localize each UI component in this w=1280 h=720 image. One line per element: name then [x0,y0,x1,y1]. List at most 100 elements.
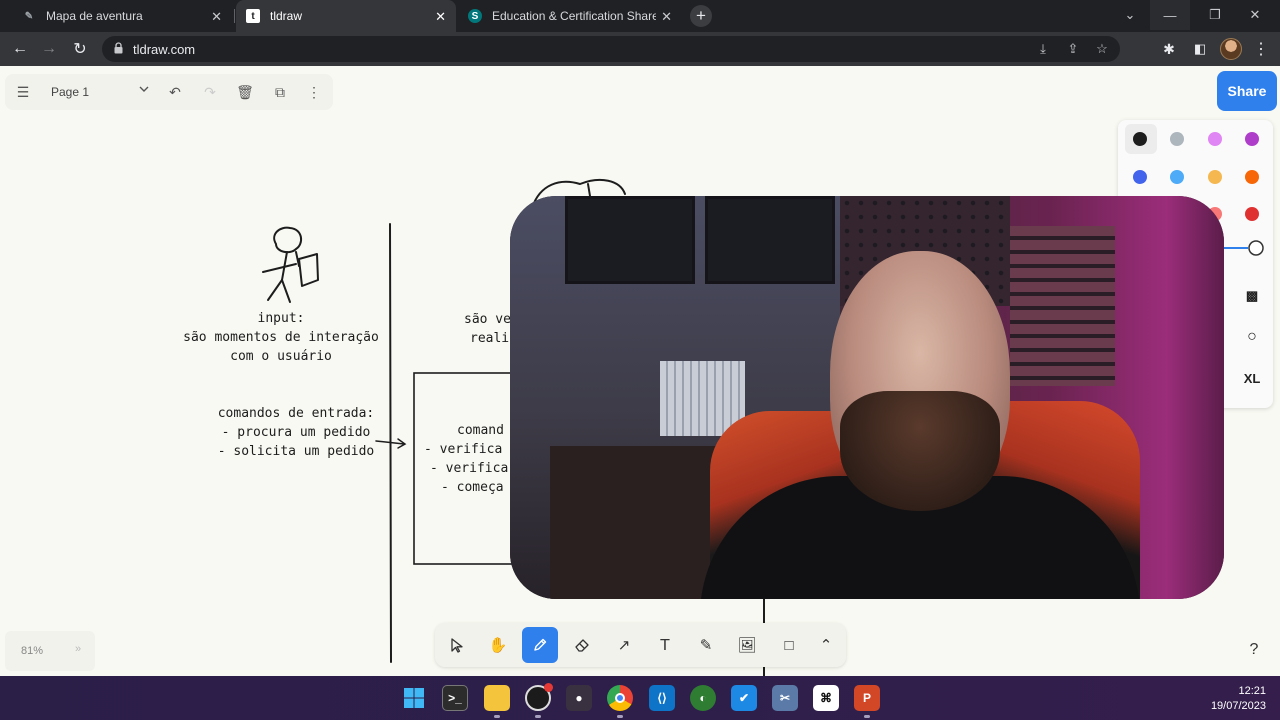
tldraw-canvas[interactable]: input: são momentos de interação com o u… [0,66,1280,676]
extensions-icon[interactable]: ✱ [1158,38,1180,60]
forward-button[interactable]: → [38,38,60,60]
webcam-bookshelf [1010,226,1115,386]
green-app-icon[interactable]: ◐ [690,685,716,711]
note-tool-button[interactable]: ✎ [688,627,724,663]
close-icon[interactable]: ✕ [435,9,446,25]
hand-tool-button[interactable]: ✋ [480,627,516,663]
input-line: são momentos de interação [183,330,379,345]
text-tool-button[interactable]: T [647,627,683,663]
avatar[interactable] [1220,38,1242,60]
rectangle-tool-button[interactable]: □ [771,627,807,663]
chevron-down-icon: ⌄ [1124,7,1136,22]
install-icon[interactable]: ⤓ [1034,40,1052,58]
webcam-person-beard [840,391,1000,511]
color-swatch-light-blue[interactable] [1170,170,1184,184]
undo-icon[interactable]: ↶ [165,82,185,102]
draw-tool-button[interactable] [522,627,558,663]
terminal-icon[interactable]: >_ [442,685,468,711]
image-icon: 🖼 [737,637,757,654]
url-text: tldraw.com [133,42,196,57]
eraser-icon [575,639,589,652]
color-swatch-black[interactable] [1133,132,1147,146]
tool-bar: ✋ ↗ T ✎ 🖼 □ ⌃ [435,623,846,667]
share-button[interactable]: Share [1217,71,1277,111]
tab-education-certification[interactable]: S Education & Certification Shared ✕ [458,0,682,32]
fill-pattern-icon[interactable]: ▩ [1242,286,1262,306]
chevron-up-icon: ⌃ [819,637,833,654]
address-bar-row: ← → ↻ tldraw.com ⤓ ⇪ ☆ ✱ ◧ ⋮ [0,32,1280,66]
system-clock[interactable]: 12:21 19/07/2023 [1211,684,1266,714]
duplicate-icon[interactable]: ⧉ [270,82,290,102]
obs-icon[interactable] [525,683,553,711]
running-indicator [617,715,623,718]
size-xl-button[interactable]: XL [1242,368,1262,388]
chevron-down-icon[interactable] [139,84,149,94]
snipping-tool-icon[interactable]: ✂ [772,685,798,711]
tab-tldraw[interactable]: t tldraw ✕ [236,0,456,32]
windows-start-button[interactable] [401,685,427,711]
menu-panel: ☰ Page 1 ↶ ↷ 🗑 ⧉ ⋮ [5,74,333,110]
page-selector[interactable]: Page 1 [51,82,151,102]
color-swatch-red[interactable] [1245,207,1259,221]
tab-title: tldraw [270,9,303,23]
arrow-up-right-icon: ↗ [617,637,631,654]
help-button[interactable]: ? [1240,636,1268,664]
minimize-icon: — [1163,7,1177,23]
share-icon[interactable]: ⇪ [1064,40,1082,58]
vscode-icon[interactable]: ⟨⟩ [649,685,675,711]
webcam-figure-shelf [565,196,695,284]
windows-taskbar: >_ ● ⟨⟩ ◐ ✔ ✂ ⌘ P 12:21 19/07/2023 [0,676,1280,720]
camera-icon[interactable]: ● [566,685,592,711]
more-vertical-icon[interactable]: ⋮ [1250,38,1272,60]
pencil-icon [534,638,547,651]
windows-logo-icon [404,688,424,708]
reload-button[interactable]: ↻ [69,38,91,60]
tab-mapa-de-aventura[interactable]: ✎ Mapa de aventura ✕ [12,0,232,32]
color-swatch-light-violet[interactable] [1208,132,1222,146]
color-swatch-grey[interactable] [1170,132,1184,146]
tab-search-button[interactable]: ⌄ [1110,0,1150,30]
sharepoint-icon: S [468,9,482,23]
select-tool-button[interactable] [439,627,475,663]
dash-style-circle-icon[interactable]: ○ [1242,327,1262,347]
reload-icon: ↻ [73,41,87,58]
back-button[interactable]: ← [9,38,31,60]
color-swatch-blue[interactable] [1133,170,1147,184]
opacity-slider[interactable] [1222,238,1266,258]
input-title: input: [257,311,305,326]
arrow-tool-button[interactable]: ↗ [606,627,642,663]
close-window-button[interactable]: ✕ [1235,0,1275,30]
running-indicator [494,715,500,718]
zoom-control[interactable]: 81% » [5,631,95,671]
restore-button[interactable]: ❐ [1195,0,1235,30]
double-chevron-right-icon[interactable]: » [75,643,81,655]
redo-icon[interactable]: ↷ [200,82,220,102]
eraser-tool-button[interactable] [564,627,600,663]
color-swatch-yellow[interactable] [1208,170,1222,184]
chrome-icon[interactable] [607,685,633,711]
trash-icon[interactable]: 🗑 [235,82,255,102]
capcut-icon[interactable]: ⌘ [813,685,839,711]
color-swatch-violet[interactable] [1245,132,1259,146]
powerpoint-icon[interactable]: P [854,685,880,711]
close-icon[interactable]: ✕ [661,9,672,25]
color-swatch-orange[interactable] [1245,170,1259,184]
bookmark-star-icon[interactable]: ☆ [1093,40,1111,58]
more-tools-button[interactable]: ⌃ [808,627,844,663]
more-vertical-icon[interactable]: ⋮ [304,82,324,102]
close-icon[interactable]: ✕ [211,9,222,25]
file-explorer-icon[interactable] [484,685,510,711]
todo-checkmark-icon[interactable]: ✔ [731,685,757,711]
side-panel-icon[interactable]: ◧ [1189,38,1211,60]
lock-icon [114,42,123,54]
hamburger-menu-icon[interactable]: ☰ [13,82,33,102]
page-name: Page 1 [51,85,90,99]
new-tab-button[interactable]: + [690,5,712,27]
running-indicator [535,715,541,718]
minimize-button[interactable]: — [1150,0,1190,30]
omnibox[interactable]: tldraw.com ⤓ ⇪ ☆ [102,36,1120,62]
plus-icon: + [696,6,706,25]
input-note: input: são momentos de interação com o u… [180,309,382,366]
close-icon: ✕ [1249,7,1261,22]
image-tool-button[interactable]: 🖼 [729,627,765,663]
